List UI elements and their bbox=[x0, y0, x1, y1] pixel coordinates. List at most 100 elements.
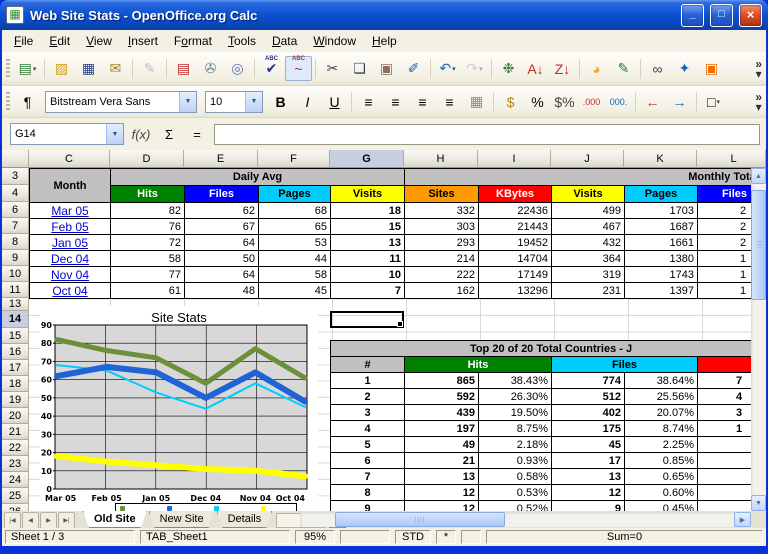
sheet-nav-last[interactable]: ▶| bbox=[58, 512, 75, 529]
zoom-level-panel[interactable]: 95% bbox=[295, 530, 335, 544]
print-icon[interactable]: ✇ bbox=[197, 56, 224, 81]
menu-tools[interactable]: Tools bbox=[220, 31, 264, 51]
scroll-up-icon[interactable]: ▲ bbox=[751, 168, 766, 184]
cell[interactable]: 467 bbox=[552, 219, 625, 235]
insert-mode-panel[interactable]: STD bbox=[395, 530, 431, 544]
cell[interactable]: 64 bbox=[185, 267, 259, 283]
cell[interactable]: 8 bbox=[331, 485, 405, 501]
row-header-10[interactable]: 10 bbox=[2, 266, 29, 282]
cell[interactable]: 13 bbox=[331, 235, 405, 251]
underline-button[interactable]: U bbox=[321, 89, 348, 114]
name-box-dropdown-icon[interactable]: ▼ bbox=[106, 124, 123, 144]
cell[interactable]: 49 bbox=[405, 437, 479, 453]
cell[interactable]: 0.93% bbox=[479, 453, 552, 469]
cell[interactable]: 10 bbox=[331, 267, 405, 283]
find-replace-icon[interactable]: ∞ bbox=[644, 56, 671, 81]
email-icon[interactable]: ✉ bbox=[102, 56, 129, 81]
cell[interactable]: 1 bbox=[698, 267, 752, 283]
cell[interactable]: 25.56% bbox=[625, 389, 698, 405]
hyperlink-icon[interactable]: ❉ bbox=[495, 56, 522, 81]
new-document-icon[interactable]: ▤▾ bbox=[14, 56, 41, 81]
cell[interactable]: 1397 bbox=[625, 283, 698, 299]
row-header-24[interactable]: 24 bbox=[2, 472, 29, 488]
export-pdf-icon[interactable]: ▤ bbox=[170, 56, 197, 81]
cell[interactable]: 439 bbox=[405, 405, 479, 421]
cell[interactable]: 45 bbox=[552, 437, 625, 453]
column-header-hits[interactable]: Hits bbox=[111, 186, 185, 203]
column-header-files[interactable]: Files bbox=[698, 186, 752, 203]
sheet-tab-new-site[interactable]: New Site bbox=[149, 511, 215, 528]
sheet-tab-details[interactable]: Details bbox=[217, 511, 273, 528]
cell[interactable]: 512 bbox=[552, 389, 625, 405]
cell[interactable]: 9 bbox=[331, 501, 405, 512]
row-header-25[interactable]: 25 bbox=[2, 488, 29, 504]
cell-grid[interactable]: MonthDaily AvgMonthly TotalsHitsFilesPag… bbox=[29, 168, 751, 511]
cell[interactable]: 1 bbox=[698, 421, 752, 437]
selection-sum-panel[interactable]: Sum=0 bbox=[486, 530, 763, 544]
cell[interactable]: 58 bbox=[111, 251, 185, 267]
column-header-D[interactable]: D bbox=[110, 150, 184, 168]
cell[interactable]: 231 bbox=[552, 283, 625, 299]
font-size-combo[interactable]: 10▼ bbox=[205, 91, 263, 113]
column-header-kbytes[interactable]: KBytes bbox=[479, 186, 552, 203]
cell[interactable]: 2 bbox=[698, 219, 752, 235]
month-link-jan-05[interactable]: Jan 05 bbox=[30, 235, 111, 251]
menu-insert[interactable]: Insert bbox=[120, 31, 166, 51]
add-decimal-icon[interactable]: .000 bbox=[578, 89, 605, 114]
vertical-scrollbar[interactable]: ▲ ||| ▼ bbox=[751, 168, 766, 511]
undo-icon[interactable]: ↶▾ bbox=[434, 56, 461, 81]
menu-view[interactable]: View bbox=[78, 31, 120, 51]
cell[interactable]: 38.43% bbox=[479, 373, 552, 389]
cell[interactable]: 13 bbox=[552, 469, 625, 485]
row-header-14[interactable]: 14 bbox=[2, 311, 29, 328]
kbytes-header[interactable] bbox=[698, 357, 752, 373]
cell[interactable]: 67 bbox=[185, 219, 259, 235]
cell[interactable]: 19452 bbox=[479, 235, 552, 251]
cell[interactable]: 13 bbox=[405, 469, 479, 485]
auto-spellcheck-icon[interactable]: ~ABC bbox=[285, 56, 312, 81]
cell[interactable]: 3 bbox=[331, 405, 405, 421]
redo-icon-dropdown[interactable]: ▾ bbox=[479, 65, 483, 73]
cell[interactable]: 175 bbox=[552, 421, 625, 437]
percent-icon[interactable]: % bbox=[524, 89, 551, 114]
toolbar-overflow-chevron[interactable]: »▾ bbox=[755, 59, 762, 79]
row-header-11[interactable]: 11 bbox=[2, 282, 29, 298]
draw-functions-icon[interactable]: ✎ bbox=[610, 56, 637, 81]
column-header-H[interactable]: H bbox=[404, 150, 478, 168]
row-header-16[interactable]: 16 bbox=[2, 344, 29, 360]
cell[interactable] bbox=[698, 469, 752, 485]
sort-ascending-icon[interactable]: A↓ bbox=[522, 56, 549, 81]
borders-icon[interactable]: □▾ bbox=[700, 89, 727, 114]
cell[interactable]: 82 bbox=[111, 203, 185, 219]
cell[interactable]: 293 bbox=[405, 235, 479, 251]
column-header-L[interactable]: L bbox=[697, 150, 751, 168]
insert-chart-icon[interactable]: ◕ bbox=[583, 56, 610, 81]
cell[interactable] bbox=[698, 485, 752, 501]
sort-descending-icon[interactable]: Z↓ bbox=[549, 56, 576, 81]
align-center-icon[interactable]: ≡ bbox=[382, 89, 409, 114]
monthly-totals-header[interactable]: Monthly Totals bbox=[405, 169, 752, 186]
row-header-15[interactable]: 15 bbox=[2, 328, 29, 344]
edit-file-icon[interactable]: ✎ bbox=[136, 56, 163, 81]
italic-button[interactable]: I bbox=[294, 89, 321, 114]
cell[interactable]: 1380 bbox=[625, 251, 698, 267]
cell[interactable]: 1 bbox=[698, 251, 752, 267]
cell[interactable]: 1703 bbox=[625, 203, 698, 219]
open-icon[interactable]: ▨ bbox=[48, 56, 75, 81]
merge-cells-icon[interactable]: ▦ bbox=[463, 89, 490, 114]
row-header-13[interactable]: 13 bbox=[2, 298, 29, 311]
cell[interactable]: 61 bbox=[111, 283, 185, 299]
sheet-nav-prev[interactable]: ◀ bbox=[22, 512, 39, 529]
cell[interactable]: 2 bbox=[698, 203, 752, 219]
menu-format[interactable]: Format bbox=[166, 31, 220, 51]
column-header-F[interactable]: F bbox=[258, 150, 330, 168]
month-link-feb-05[interactable]: Feb 05 bbox=[30, 219, 111, 235]
cell[interactable]: 8.75% bbox=[479, 421, 552, 437]
cell[interactable]: 303 bbox=[405, 219, 479, 235]
row-header-21[interactable]: 21 bbox=[2, 424, 29, 440]
cell[interactable]: 197 bbox=[405, 421, 479, 437]
navigator-icon[interactable]: ✦ bbox=[671, 56, 698, 81]
menu-help[interactable]: Help bbox=[364, 31, 405, 51]
cell[interactable]: 2 bbox=[698, 235, 752, 251]
toolbar-grip[interactable] bbox=[6, 59, 10, 79]
